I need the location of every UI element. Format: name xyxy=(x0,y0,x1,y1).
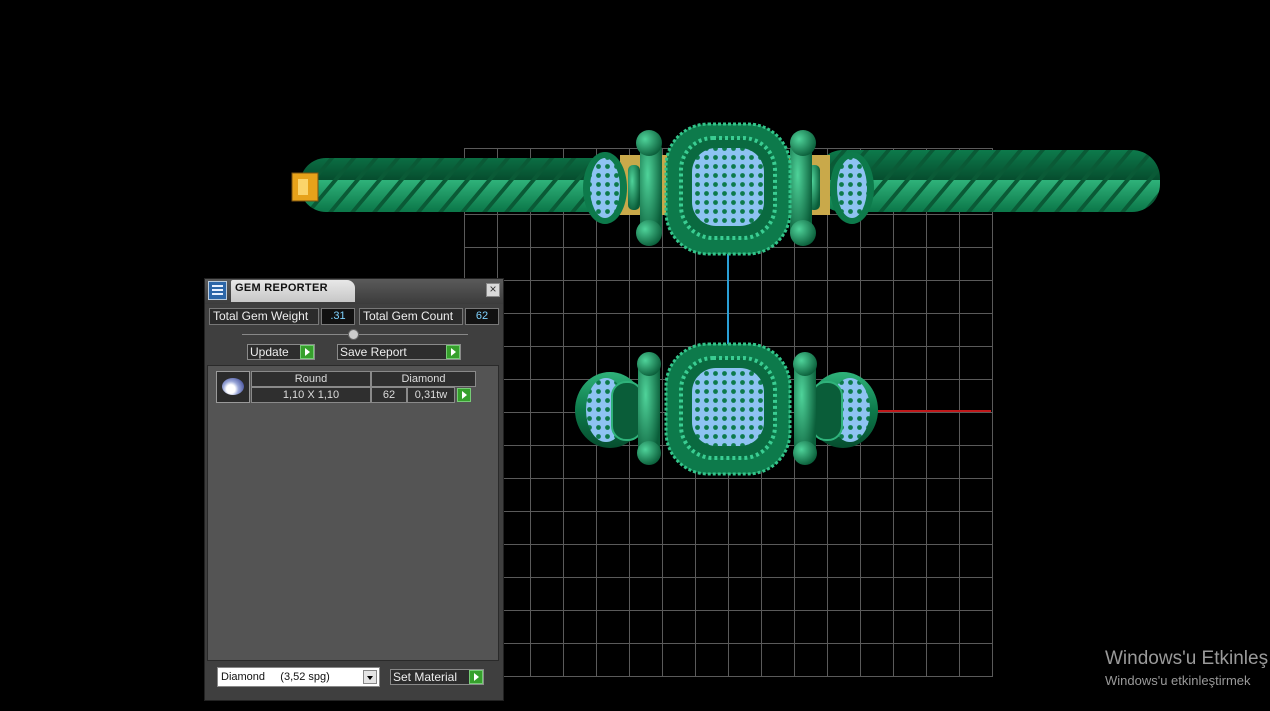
splitter-handle[interactable] xyxy=(348,329,359,340)
total-gem-count-value: 62 xyxy=(465,308,499,325)
update-button-label: Update xyxy=(250,345,289,359)
3d-viewport[interactable]: Windows'u Etkinleş Windows'u etkinleştir… xyxy=(0,0,1270,711)
total-gem-weight-label: Total Gem Weight xyxy=(209,308,319,325)
gem-shape-cell: Round xyxy=(251,371,371,387)
chevron-down-icon[interactable] xyxy=(363,670,377,684)
save-report-button-label: Save Report xyxy=(340,345,407,359)
round-gem-thumbnail-icon[interactable] xyxy=(216,371,250,403)
gem-reporter-logo-icon xyxy=(208,281,227,300)
gem-row-arrow-icon[interactable] xyxy=(457,388,471,402)
activation-watermark-title: Windows'u Etkinleş xyxy=(1105,648,1269,669)
bracelet-model[interactable] xyxy=(0,0,1270,711)
gem-weight-cell: 0,31tw xyxy=(407,387,455,403)
save-report-arrow-icon[interactable] xyxy=(446,345,460,359)
close-button[interactable]: × xyxy=(486,283,500,297)
material-select[interactable]: Diamond (3,52 spg) xyxy=(217,667,380,687)
top-view-model[interactable] xyxy=(291,122,1160,256)
save-report-button[interactable]: Save Report xyxy=(337,344,461,360)
gem-count-cell: 62 xyxy=(371,387,407,403)
material-select-value: Diamond (3,52 spg) xyxy=(221,671,330,683)
gem-material-cell: Diamond xyxy=(371,371,476,387)
total-gem-count-label: Total Gem Count xyxy=(359,308,463,325)
gem-list: Round Diamond 1,10 X 1,10 62 0,31tw xyxy=(207,365,499,661)
gem-size-cell: 1,10 X 1,10 xyxy=(251,387,371,403)
set-material-arrow-icon[interactable] xyxy=(469,670,483,684)
panel-titlebar[interactable]: GEM REPORTER × xyxy=(205,279,503,304)
gem-reporter-panel: GEM REPORTER × Total Gem Weight .31 Tota… xyxy=(204,278,504,701)
activation-watermark-subtitle: Windows'u etkinleştirmek xyxy=(1105,673,1251,688)
front-view-model[interactable] xyxy=(575,342,878,476)
update-arrow-icon[interactable] xyxy=(300,345,314,359)
panel-title: GEM REPORTER xyxy=(235,282,328,294)
total-gem-weight-value: .31 xyxy=(321,308,355,325)
set-material-button-label: Set Material xyxy=(393,670,458,684)
